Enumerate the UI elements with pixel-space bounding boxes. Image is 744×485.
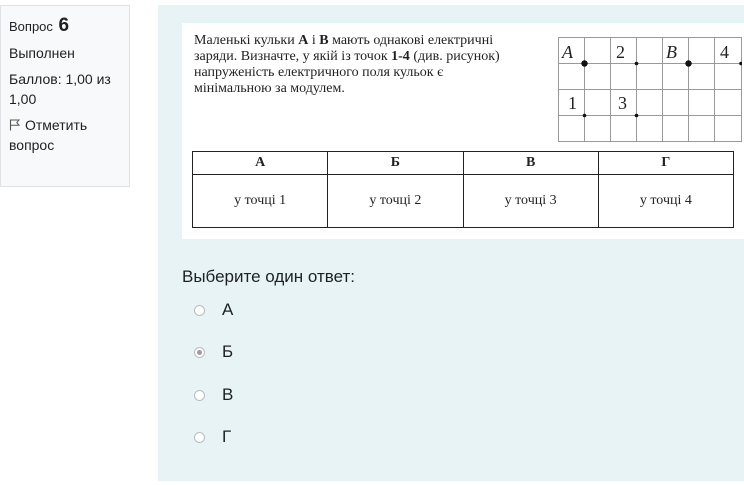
question-number: Вопрос 6 — [9, 16, 121, 37]
ball-a-label: A — [298, 33, 309, 48]
option-label: Г — [222, 427, 232, 446]
table-cell: у точці 2 — [327, 174, 464, 228]
point-2-dot — [634, 61, 639, 66]
table-header: А — [191, 151, 329, 175]
answer-option-g[interactable]: Г — [194, 426, 231, 448]
grid-figure: A 2 B 4 1 3 — [558, 37, 742, 142]
option-label: А — [222, 300, 234, 319]
table-row: у точці 1 у точці 2 у точці 3 у точці 4 — [191, 174, 735, 228]
answer-option-b[interactable]: Б — [194, 341, 233, 363]
grid-label-4: 4 — [720, 42, 729, 62]
flag-question-link[interactable]: Отметить вопрос — [9, 115, 121, 155]
question-number-value: 6 — [58, 15, 70, 36]
point-3-dot — [634, 113, 639, 118]
question-label: Вопрос — [9, 19, 53, 34]
ball-b-label: B — [319, 33, 329, 48]
radio-button-selected[interactable] — [194, 346, 205, 358]
question-text: Маленькі кульки A і B мають однакові еле… — [194, 33, 524, 97]
ball-a-dot — [581, 60, 588, 67]
table-header: Г — [597, 151, 735, 175]
answer-option-a[interactable]: А — [194, 299, 233, 321]
radio-button[interactable] — [194, 304, 205, 316]
radio-button[interactable] — [194, 389, 205, 401]
radio-button[interactable] — [194, 431, 205, 443]
question-content: Маленькі кульки A і B мають однакові еле… — [158, 5, 744, 481]
table-cell: у точці 4 — [597, 174, 735, 228]
point-4-dot — [739, 61, 742, 66]
ball-b-dot — [685, 60, 692, 67]
answer-prompt: Выберите один ответ: — [182, 267, 355, 286]
table-header: Б — [327, 151, 464, 175]
option-label: В — [222, 385, 234, 404]
grid-label-2: 2 — [616, 42, 625, 62]
option-label: Б — [222, 342, 234, 361]
table-header: В — [462, 151, 599, 175]
question-text-part: Маленькі кульки — [194, 33, 299, 48]
answer-choices-table: А Б В Г у точці 1 у точці 2 у точці 3 у … — [191, 151, 735, 228]
table-cell: у точці 1 — [191, 174, 329, 228]
question-text-part: і — [308, 33, 320, 48]
flag-icon — [9, 119, 21, 131]
question-status: Выполнен — [9, 45, 75, 61]
grid-label-1: 1 — [568, 93, 577, 113]
grid-label-a: A — [561, 42, 574, 62]
diagram-grid: A 2 B 4 1 3 — [558, 37, 742, 142]
table-header-row: А Б В Г — [191, 151, 735, 175]
grid-label-b: B — [666, 42, 677, 62]
table-cell: у точці 3 — [462, 174, 599, 228]
point-1-dot — [582, 113, 587, 118]
grid-label-3: 3 — [618, 93, 627, 113]
points-range-label: 1-4 — [391, 49, 410, 64]
question-image: Маленькі кульки A і B мають однакові еле… — [182, 23, 744, 239]
question-info-panel: Вопрос 6 Выполнен Баллов: 1,00 из 1,00 О… — [0, 5, 130, 187]
answer-option-v[interactable]: В — [194, 384, 233, 406]
question-score: Баллов: 1,00 из 1,00 — [9, 71, 111, 107]
